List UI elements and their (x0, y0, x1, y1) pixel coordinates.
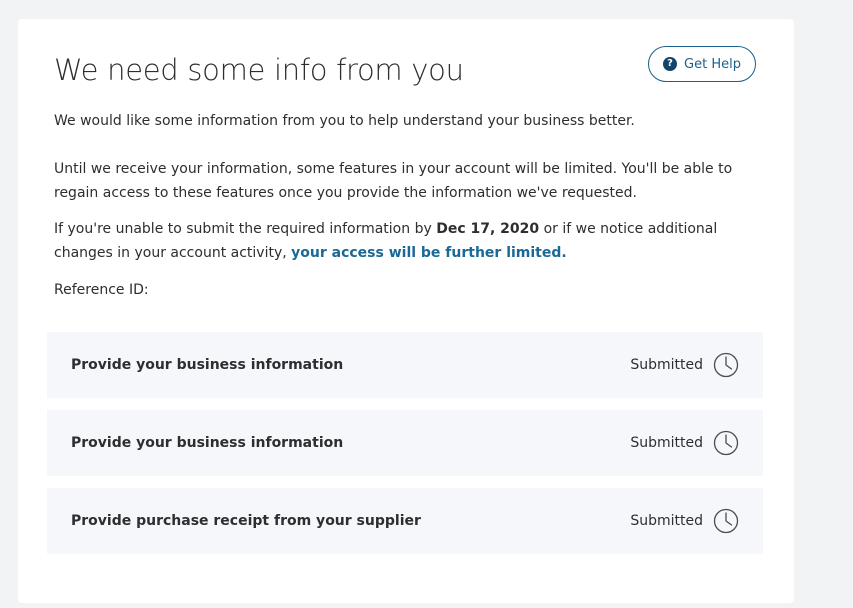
task-status-group: Submitted (630, 508, 739, 534)
task-status-group: Submitted (630, 430, 739, 456)
task-label: Provide your business information (71, 435, 344, 451)
get-help-label: Get Help (684, 56, 741, 72)
further-limited-link[interactable]: your access will be further limited. (291, 245, 567, 261)
deadline-text-before: If you're unable to submit the required … (54, 221, 437, 237)
task-item-business-info[interactable]: Provide your business information Submit… (47, 332, 763, 398)
task-label: Provide your business information (71, 357, 344, 373)
task-status-group: Submitted (630, 352, 739, 378)
intro-text: We would like some information from you … (54, 113, 635, 129)
question-circle-icon: ? (663, 57, 678, 71)
deadline-date: Dec 17, 2020 (436, 221, 540, 237)
task-item-purchase-receipt[interactable]: Provide purchase receipt from your suppl… (47, 488, 763, 554)
task-list: Provide your business information Submit… (47, 332, 763, 566)
limitation-text: Until we receive your information, some … (54, 161, 733, 201)
reference-id-label: Reference ID: (54, 282, 149, 298)
task-item-business-info-2[interactable]: Provide your business information Submit… (47, 410, 763, 476)
clock-icon (713, 352, 739, 378)
deadline-text: If you're unable to submit the required … (54, 217, 764, 265)
status-badge: Submitted (630, 513, 703, 529)
status-badge: Submitted (630, 357, 703, 373)
clock-icon (713, 508, 739, 534)
info-request-card: We need some info from you ? Get Help We… (18, 19, 794, 603)
get-help-button[interactable]: ? Get Help (648, 46, 756, 82)
clock-icon (713, 430, 739, 456)
status-badge: Submitted (630, 435, 703, 451)
task-label: Provide purchase receipt from your suppl… (71, 513, 421, 529)
page-title: We need some info from you (54, 53, 464, 87)
